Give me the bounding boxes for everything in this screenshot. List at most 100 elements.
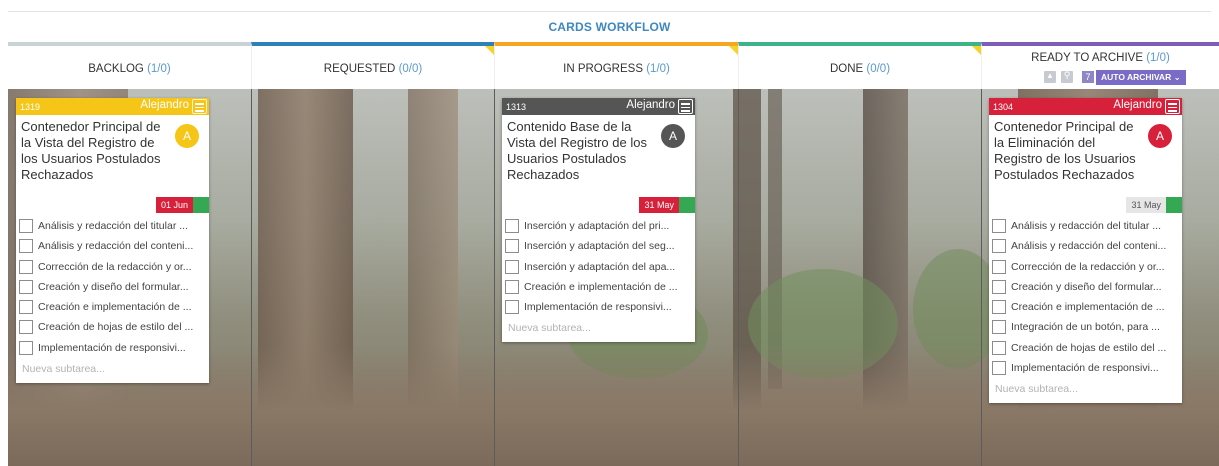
subtask-item[interactable]: Creación y diseño del formular...: [989, 277, 1182, 297]
subtask-list: Análisis y redacción del titular ... Aná…: [16, 213, 209, 360]
card-header: 1319 Alejandro: [16, 98, 209, 115]
subtask-checkbox[interactable]: [19, 340, 33, 355]
column-count: (0/0): [866, 63, 891, 75]
avatar[interactable]: A: [661, 124, 685, 148]
avatar[interactable]: A: [1148, 124, 1172, 148]
search-icon[interactable]: ⚲: [1061, 70, 1073, 83]
subtask-checkbox[interactable]: [992, 320, 1006, 335]
subtask-checkbox[interactable]: [992, 259, 1006, 274]
wip-limit-marker: [485, 46, 494, 55]
subtask-item[interactable]: Implementación de responsivi...: [16, 338, 209, 358]
subtask-item[interactable]: Creación de hojas de estilo del ...: [989, 338, 1182, 358]
card-due-row: 01 Jun: [16, 197, 209, 213]
subtask-checkbox[interactable]: [992, 340, 1006, 355]
card-id: 1304: [993, 102, 1014, 112]
status-indicator: [193, 197, 209, 213]
card-header: 1304 Alejandro: [989, 98, 1182, 115]
card-due-row: 31 May: [502, 197, 695, 213]
subtask-checkbox[interactable]: [505, 259, 519, 274]
auto-archive-label: AUTO ARCHIVAR: [1101, 72, 1172, 82]
column-count: (1/0): [646, 63, 670, 75]
subtask-item[interactable]: Análisis y redacción del conteni...: [989, 236, 1182, 256]
subtask-item[interactable]: Corrección de la redacción y or...: [16, 257, 209, 277]
subtask-item[interactable]: Implementación de responsivi...: [502, 297, 695, 317]
subtask-item[interactable]: Integración de un botón, para ...: [989, 317, 1182, 337]
subtask-item[interactable]: Análisis y redacción del titular ...: [989, 216, 1182, 236]
subtask-checkbox[interactable]: [992, 361, 1006, 376]
column-header-backlog[interactable]: BACKLOG (1/0): [8, 42, 251, 89]
column-title: IN PROGRESS: [563, 63, 644, 75]
subtask-checkbox[interactable]: [992, 300, 1006, 315]
card-title[interactable]: Contenido Base de la Vista del Registro …: [502, 115, 695, 197]
card-menu-icon[interactable]: [192, 99, 207, 114]
new-subtask-input[interactable]: Nueva subtarea...: [502, 319, 695, 342]
subtask-checkbox[interactable]: [19, 300, 33, 315]
subtask-item[interactable]: Inserción y adaptación del apa...: [502, 257, 695, 277]
task-card[interactable]: 1313 Alejandro Contenido Base de la Vist…: [502, 98, 695, 343]
subtask-checkbox[interactable]: [505, 300, 519, 315]
wip-limit-marker: [972, 46, 981, 55]
workflow-title: CARDS WORKFLOW: [548, 20, 671, 34]
card-owner[interactable]: Alejandro: [140, 99, 189, 111]
card-due-row: 31 May: [989, 197, 1182, 213]
subtask-checkbox[interactable]: [992, 239, 1006, 254]
card-title[interactable]: Contenedor Principal de la Eliminación d…: [989, 115, 1182, 197]
column-header-requested[interactable]: REQUESTED (0/0): [251, 42, 494, 89]
top-divider: [8, 11, 1211, 12]
column-count: (1/0): [147, 63, 171, 75]
avatar[interactable]: A: [175, 124, 199, 148]
status-indicator: [679, 197, 695, 213]
subtask-checkbox[interactable]: [992, 279, 1006, 294]
column-count: (0/0): [398, 63, 423, 75]
new-subtask-input[interactable]: Nueva subtarea...: [989, 380, 1182, 403]
card-menu-icon[interactable]: [678, 99, 693, 114]
task-card[interactable]: 1304 Alejandro Contenedor Principal de l…: [989, 98, 1182, 404]
subtask-item[interactable]: Inserción y adaptación del pri...: [502, 216, 695, 236]
column-header-in-progress[interactable]: IN PROGRESS (1/0): [494, 42, 738, 89]
subtask-checkbox[interactable]: [505, 239, 519, 254]
subtask-checkbox[interactable]: [19, 320, 33, 335]
subtask-item[interactable]: Implementación de responsivi...: [989, 358, 1182, 378]
column-title: DONE: [829, 63, 864, 75]
subtask-item[interactable]: Análisis y redacción del conteni...: [16, 236, 209, 256]
card-header: 1313 Alejandro: [502, 98, 695, 115]
card-owner[interactable]: Alejandro: [626, 99, 675, 111]
subtask-checkbox[interactable]: [19, 239, 33, 254]
task-card[interactable]: 1319 Alejandro Contenedor Principal de l…: [16, 98, 209, 384]
subtask-checkbox[interactable]: [19, 219, 33, 233]
new-subtask-input[interactable]: Nueva subtarea...: [16, 360, 209, 383]
column-count: (1/0): [1146, 52, 1170, 64]
subtask-checkbox[interactable]: [19, 259, 33, 274]
column-title: READY TO ARCHIVE: [1031, 52, 1143, 64]
auto-archive-button[interactable]: AUTO ARCHIVAR ⌄: [1096, 70, 1186, 85]
subtask-item[interactable]: Creación y diseño del formular...: [16, 277, 209, 297]
card-id: 1313: [506, 102, 527, 112]
due-date-badge[interactable]: 01 Jun: [155, 197, 193, 213]
subtask-item[interactable]: Inserción y adaptación del seg...: [502, 236, 695, 256]
subtask-item[interactable]: Corrección de la redacción y or...: [989, 257, 1182, 277]
column-header-done[interactable]: DONE (0/0): [738, 42, 981, 89]
subtask-item[interactable]: Creación e implementación de ...: [502, 277, 695, 297]
wip-limit-marker: [729, 46, 738, 55]
status-indicator: [1166, 197, 1182, 213]
due-date-badge[interactable]: 31 May: [1126, 197, 1166, 213]
subtask-list: Inserción y adaptación del pri... Inserc…: [502, 213, 695, 319]
column-header-ready-to-archive[interactable]: READY TO ARCHIVE (1/0) ▴ ⚲ 7 AUTO ARCHIV…: [981, 42, 1219, 89]
card-owner[interactable]: Alejandro: [1113, 99, 1162, 111]
subtask-item[interactable]: Creación e implementación de ...: [989, 297, 1182, 317]
subtask-item[interactable]: Análisis y redacción del titular ...: [16, 216, 209, 236]
subtask-item[interactable]: Creación de hojas de estilo del ...: [16, 317, 209, 337]
column-title: REQUESTED: [323, 63, 396, 75]
due-date-badge[interactable]: 31 May: [639, 197, 679, 213]
subtask-checkbox[interactable]: [505, 279, 519, 294]
card-id: 1319: [20, 102, 41, 112]
subtask-checkbox[interactable]: [992, 219, 1006, 233]
subtask-item[interactable]: Creación e implementación de ...: [16, 297, 209, 317]
export-icon[interactable]: ▴: [1044, 70, 1056, 83]
subtask-checkbox[interactable]: [19, 279, 33, 294]
card-menu-icon[interactable]: [1165, 99, 1180, 114]
card-title[interactable]: Contenedor Principal de la Vista del Reg…: [16, 115, 209, 197]
subtask-checkbox[interactable]: [505, 219, 519, 233]
auto-archive-count: 7: [1082, 71, 1094, 83]
subtask-list: Análisis y redacción del titular ... Aná…: [989, 213, 1182, 380]
